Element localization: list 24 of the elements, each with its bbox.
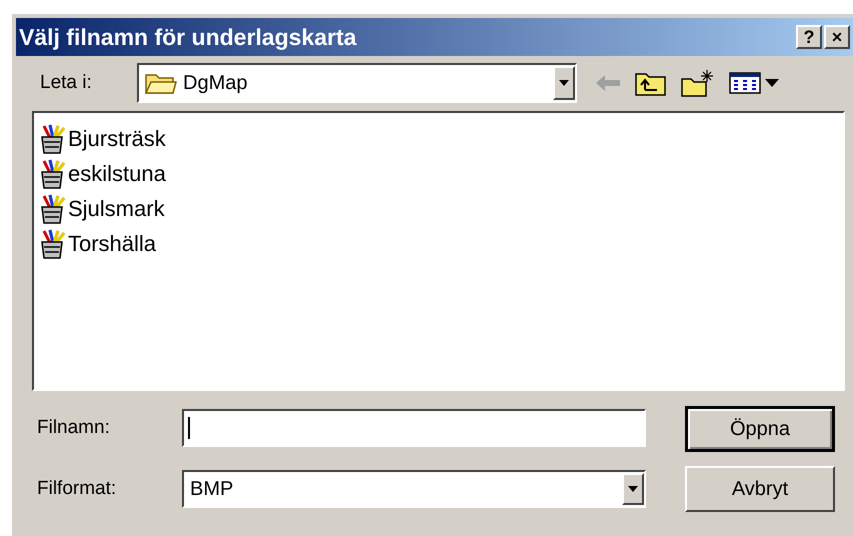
dialog-button[interactable]: Öppna: [685, 406, 835, 452]
dropdown-arrow-button[interactable]: [622, 473, 644, 505]
dialog-button[interactable]: Avbryt: [685, 466, 835, 512]
title-bar-button[interactable]: ?: [796, 25, 822, 49]
dropdown-arrow-button[interactable]: [553, 66, 575, 100]
file-name[interactable]: Sjulsmark: [68, 192, 165, 225]
file-name-label: Filnamn:: [37, 416, 111, 440]
look-in-value: DgMap: [183, 71, 248, 96]
file-name[interactable]: Bjursträsk: [68, 122, 166, 155]
file-format-dropdown[interactable]: BMP: [182, 470, 646, 508]
file-name[interactable]: eskilstuna: [68, 157, 166, 190]
text-cursor: [188, 417, 190, 439]
look-in-label: Leta i:: [40, 70, 93, 95]
file-format-value: BMP: [190, 477, 234, 502]
new-folder-icon[interactable]: [681, 69, 715, 97]
file-format-label: Filformat:: [37, 476, 118, 501]
caret-icon: [628, 486, 638, 492]
title-bar-button[interactable]: ×: [824, 25, 850, 49]
caret-icon: [559, 80, 569, 86]
window-title: Välj filnamn för underlagskarta: [19, 26, 358, 48]
file-name-field[interactable]: [182, 409, 646, 447]
look-in-dropdown[interactable]: DgMap: [137, 63, 577, 103]
file-name[interactable]: Torshälla: [68, 227, 156, 260]
view-menu-icon[interactable]: [729, 71, 781, 95]
